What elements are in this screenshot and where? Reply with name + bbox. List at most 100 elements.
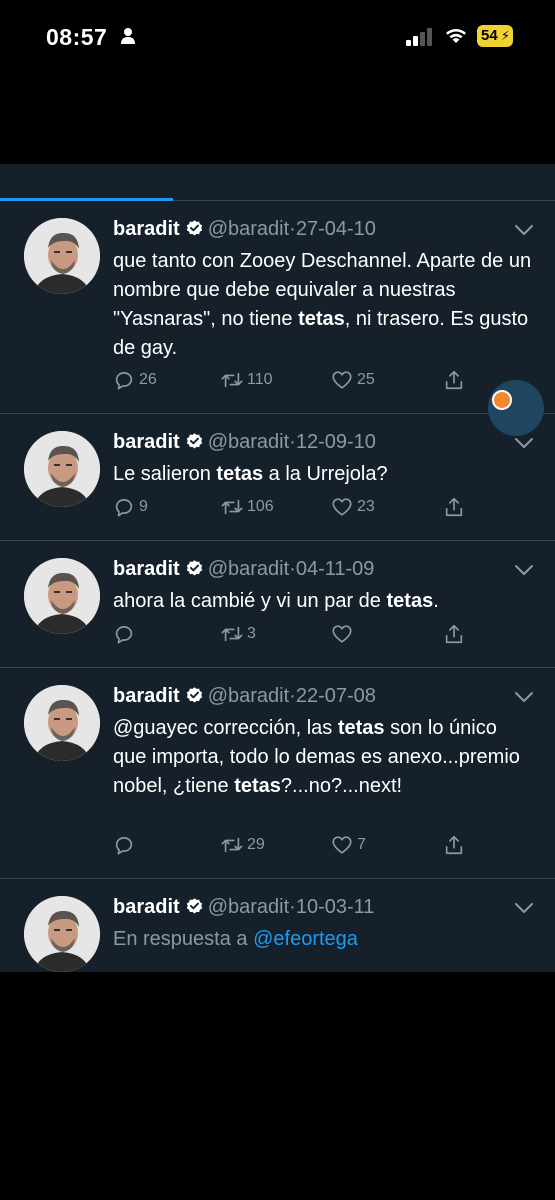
tweet-header: baradit @baradit·04-11-09 bbox=[113, 558, 374, 581]
tweet-text: En respuesta a @efeortega bbox=[113, 925, 533, 954]
like-heart-icon bbox=[332, 625, 352, 643]
verified-badge-icon bbox=[186, 687, 202, 703]
retweet-button[interactable]: 106 bbox=[221, 494, 274, 520]
tweet-date[interactable]: 22-07-08 bbox=[296, 685, 376, 707]
tweet[interactable]: baradit @baradit·22-07-08 @guayec correcci… bbox=[0, 668, 555, 879]
reply-button[interactable]: 9 bbox=[113, 494, 148, 520]
reply-button[interactable] bbox=[113, 832, 139, 858]
chevron-down-icon[interactable] bbox=[513, 436, 535, 450]
author-handle[interactable]: @baradit bbox=[208, 896, 289, 918]
floating-assistive-button[interactable] bbox=[488, 380, 544, 436]
tweet-actions: 26 110 25 bbox=[113, 367, 533, 393]
author-name[interactable]: baradit bbox=[113, 558, 180, 580]
like-button[interactable]: 7 bbox=[331, 832, 366, 858]
tweet-actions: 3 bbox=[113, 621, 533, 647]
separator-dot: · bbox=[289, 218, 296, 240]
tweet-date[interactable]: 04-11-09 bbox=[296, 558, 375, 580]
tweet-text: Le salieron tetas a la Urrejola? bbox=[113, 460, 533, 489]
battery-level: 54 bbox=[481, 27, 498, 44]
highlighted-term: tetas bbox=[298, 308, 345, 330]
highlighted-term: tetas bbox=[216, 463, 264, 485]
tweet[interactable]: baradit @baradit·27-04-10 que tanto con Zo… bbox=[0, 201, 555, 414]
twitter-search-results: baradit @baradit·27-04-10 que tanto con Zo… bbox=[0, 164, 555, 972]
verified-badge-icon bbox=[186, 433, 202, 449]
like-button[interactable] bbox=[331, 621, 357, 647]
tweet[interactable]: baradit @baradit·12-09-10 Le salieron teta… bbox=[0, 414, 555, 541]
likes-count: 23 bbox=[357, 498, 375, 515]
retweet-icon bbox=[221, 837, 243, 853]
retweets-count: 110 bbox=[247, 371, 273, 388]
separator-dot: · bbox=[289, 685, 296, 707]
share-button[interactable] bbox=[443, 494, 469, 520]
author-name[interactable]: baradit bbox=[113, 431, 180, 453]
retweets-count: 29 bbox=[247, 836, 265, 853]
tweet-header: baradit @baradit·27-04-10 bbox=[113, 218, 376, 241]
status-bar: 08:57 54 ⚡ bbox=[0, 0, 555, 80]
reply-icon bbox=[115, 837, 133, 855]
tweet[interactable]: baradit @baradit·04-11-09 ahora la cambié … bbox=[0, 541, 555, 668]
retweet-button[interactable]: 3 bbox=[221, 621, 256, 647]
tweet-header: baradit @baradit·22-07-08 bbox=[113, 685, 376, 708]
chevron-down-icon[interactable] bbox=[513, 223, 535, 237]
like-button[interactable]: 23 bbox=[331, 494, 375, 520]
share-icon bbox=[445, 370, 463, 390]
retweet-icon bbox=[221, 499, 243, 515]
avatar[interactable] bbox=[24, 431, 100, 507]
tweet-actions: 29 7 bbox=[113, 832, 533, 858]
tweet[interactable]: baradit @baradit·10-03-11 En respuesta a @… bbox=[0, 879, 555, 972]
likes-count: 7 bbox=[357, 836, 366, 853]
verified-badge-icon bbox=[186, 898, 202, 914]
share-icon bbox=[445, 835, 463, 855]
share-button[interactable] bbox=[443, 367, 469, 393]
author-name[interactable]: baradit bbox=[113, 685, 180, 707]
tweet-text: que tanto con Zooey Deschannel. Aparte d… bbox=[113, 247, 533, 363]
chevron-down-icon[interactable] bbox=[513, 563, 535, 577]
retweet-button[interactable]: 29 bbox=[221, 832, 265, 858]
charging-bolt-icon: ⚡ bbox=[500, 28, 510, 43]
author-handle[interactable]: @baradit bbox=[208, 218, 289, 240]
author-handle[interactable]: @baradit bbox=[208, 685, 289, 707]
tweet-text: ahora la cambié y vi un par de tetas. bbox=[113, 587, 533, 616]
share-icon bbox=[445, 497, 463, 517]
text-segment: ahora la cambié y vi un par de bbox=[113, 590, 387, 612]
share-button[interactable] bbox=[443, 832, 469, 858]
retweet-icon bbox=[221, 626, 243, 642]
chevron-down-icon[interactable] bbox=[513, 690, 535, 704]
author-name[interactable]: baradit bbox=[113, 896, 180, 918]
retweets-count: 106 bbox=[247, 498, 274, 515]
reply-button[interactable] bbox=[113, 621, 139, 647]
verified-badge-icon bbox=[186, 220, 202, 236]
reply-icon bbox=[115, 499, 133, 517]
tweet-date[interactable]: 27-04-10 bbox=[296, 218, 376, 240]
status-time: 08:57 bbox=[46, 24, 108, 50]
likes-count: 25 bbox=[357, 371, 375, 388]
reply-button[interactable]: 26 bbox=[113, 367, 157, 393]
avatar[interactable] bbox=[24, 558, 100, 634]
retweet-button[interactable]: 110 bbox=[221, 367, 273, 393]
reply-mention-link[interactable]: @efeortega bbox=[253, 928, 358, 950]
tweet-header: baradit @baradit·12-09-10 bbox=[113, 431, 376, 454]
avatar[interactable] bbox=[24, 218, 100, 294]
wifi-icon bbox=[446, 29, 466, 43]
tweet-date[interactable]: 10-03-11 bbox=[296, 896, 375, 918]
avatar[interactable] bbox=[24, 685, 100, 761]
tweet-date[interactable]: 12-09-10 bbox=[296, 431, 376, 453]
chevron-down-icon[interactable] bbox=[513, 901, 535, 915]
like-heart-icon bbox=[332, 371, 352, 389]
like-button[interactable]: 25 bbox=[331, 367, 375, 393]
share-button[interactable] bbox=[443, 621, 469, 647]
share-icon bbox=[445, 624, 463, 644]
tab-strip[interactable] bbox=[0, 164, 555, 201]
notification-dot bbox=[492, 390, 512, 410]
tweet-actions: 9 106 23 bbox=[113, 494, 533, 520]
text-segment: Le salieron bbox=[113, 463, 217, 485]
author-handle[interactable]: @baradit bbox=[208, 431, 289, 453]
author-name[interactable]: baradit bbox=[113, 218, 180, 240]
author-handle[interactable]: @baradit bbox=[208, 558, 289, 580]
highlighted-term: tetas bbox=[337, 717, 385, 739]
retweets-count: 3 bbox=[247, 625, 256, 642]
text-segment: a la Urrejola? bbox=[263, 463, 388, 485]
separator-dot: · bbox=[289, 558, 296, 580]
replies-count: 26 bbox=[139, 371, 157, 388]
avatar[interactable] bbox=[24, 896, 100, 972]
